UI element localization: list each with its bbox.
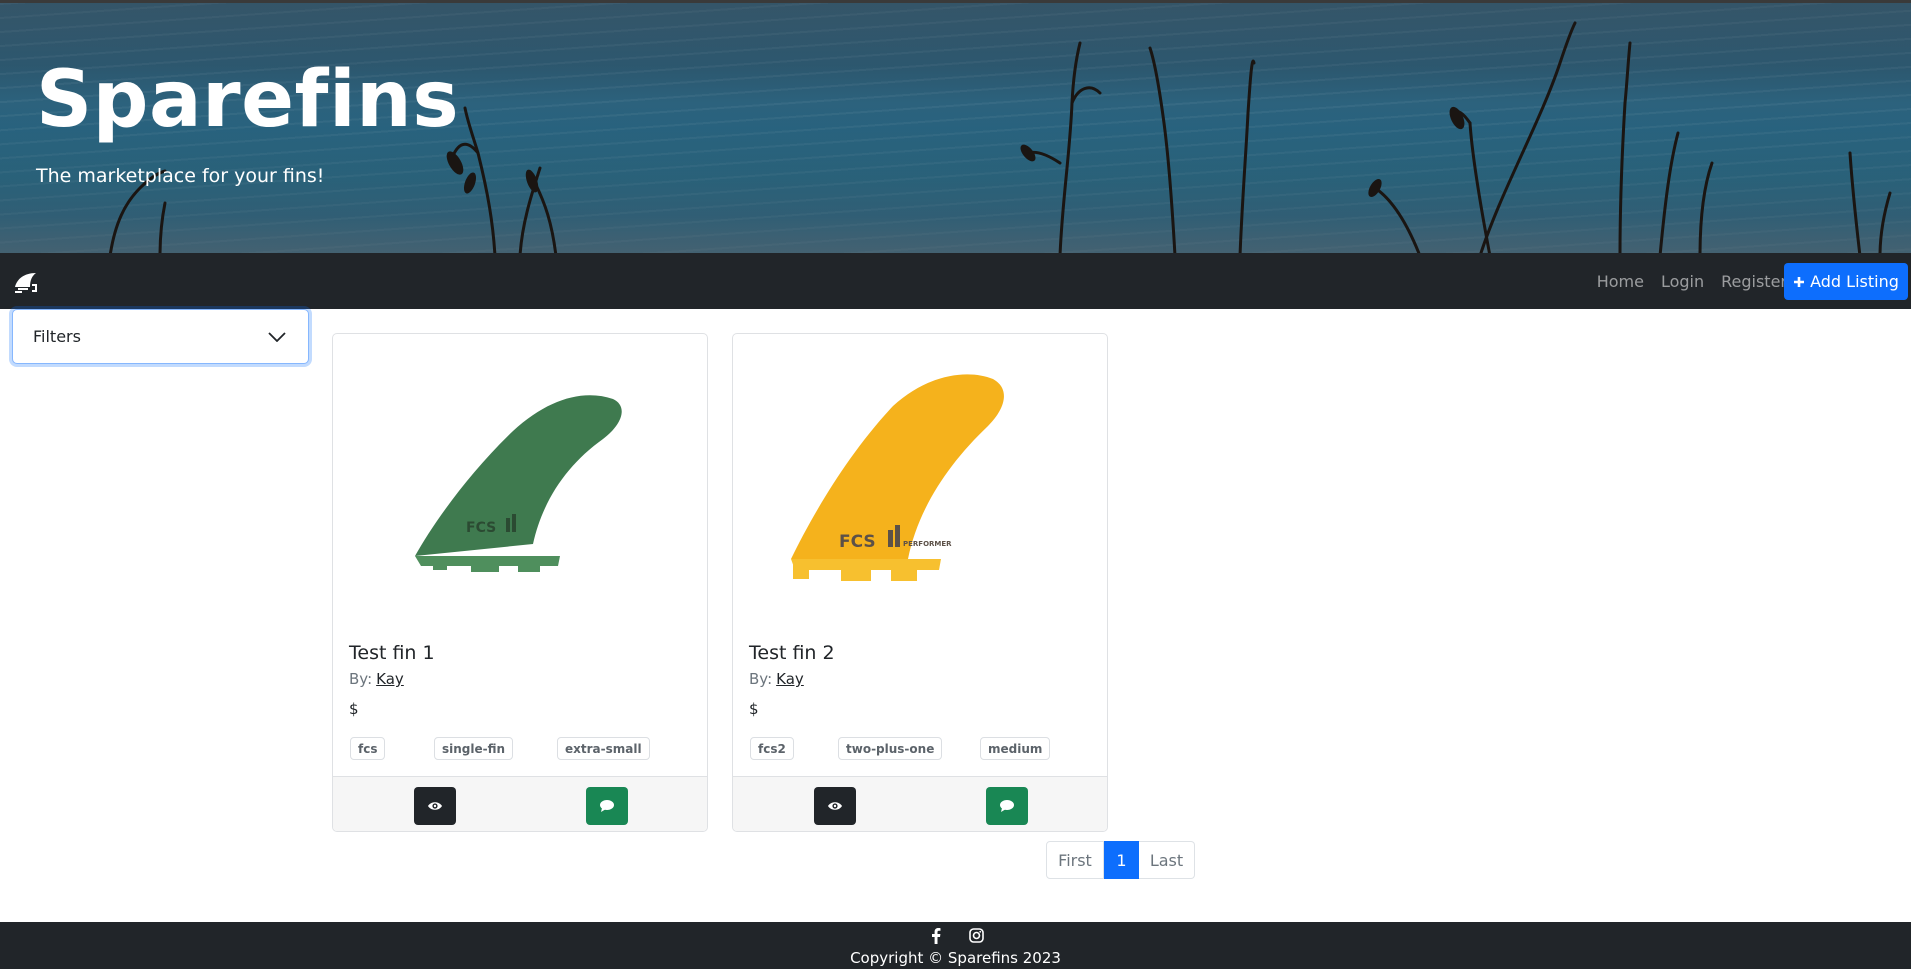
add-listing-label: Add Listing xyxy=(1810,272,1899,291)
copyright-text: Copyright © Sparefins 2023 xyxy=(850,949,1061,967)
comment-icon xyxy=(1000,800,1014,812)
listing-author: By: Kay xyxy=(349,670,404,688)
listing-title: Test fin 2 xyxy=(749,642,835,664)
listing-title: Test fin 1 xyxy=(349,642,435,664)
author-link[interactable]: Kay xyxy=(376,670,404,688)
pagination-page-current[interactable]: 1 xyxy=(1104,841,1139,879)
svg-text:FCS: FCS xyxy=(466,520,496,536)
svg-text:FCS: FCS xyxy=(839,532,876,552)
eye-icon xyxy=(428,802,442,810)
add-listing-button[interactable]: Add Listing xyxy=(1784,263,1908,300)
fin-logo-icon[interactable] xyxy=(12,267,42,295)
pagination-first[interactable]: First xyxy=(1046,841,1104,879)
navbar: Home Login Register Add Listing xyxy=(0,253,1911,309)
listing-card: FCS Test fin 1 By: Kay $ fcs single-fin e… xyxy=(332,333,708,832)
tag-size: medium xyxy=(980,737,1051,760)
message-seller-button[interactable] xyxy=(986,787,1028,825)
social-links xyxy=(931,928,984,944)
site-tagline: The marketplace for your fins! xyxy=(36,165,325,187)
tag-size: extra-small xyxy=(557,737,650,760)
tag-setup: single-fin xyxy=(434,737,514,760)
nav-links: Home Login Register xyxy=(1580,253,1787,309)
message-seller-button[interactable] xyxy=(586,787,628,825)
card-footer xyxy=(333,776,707,831)
view-listing-button[interactable] xyxy=(414,787,456,825)
author-link[interactable]: Kay xyxy=(776,670,804,688)
eye-icon xyxy=(828,802,842,810)
instagram-icon[interactable] xyxy=(969,928,984,943)
site-footer: Copyright © Sparefins 2023 xyxy=(0,922,1911,969)
listing-price: $ xyxy=(749,700,759,718)
nav-register-link[interactable]: Register xyxy=(1721,272,1787,291)
by-label: By: xyxy=(749,670,773,688)
filters-toggle[interactable]: Filters xyxy=(12,309,309,364)
site-title: Sparefins xyxy=(36,55,460,145)
listing-author: By: Kay xyxy=(749,670,804,688)
nav-home-link[interactable]: Home xyxy=(1597,272,1644,291)
pagination-last[interactable]: Last xyxy=(1139,841,1195,879)
tag-brand: fcs xyxy=(350,737,386,760)
comment-icon xyxy=(600,800,614,812)
plus-icon xyxy=(1794,276,1805,287)
svg-text:PERFORMER: PERFORMER xyxy=(903,540,952,548)
pagination: First 1 Last xyxy=(1046,841,1195,879)
tag-setup: two-plus-one xyxy=(838,737,943,760)
card-footer xyxy=(733,776,1107,831)
fin-image: FCS PERFORMER xyxy=(791,374,1004,581)
by-label: By: xyxy=(349,670,373,688)
tag-brand: fcs2 xyxy=(750,737,794,760)
chevron-down-icon xyxy=(268,331,286,342)
view-listing-button[interactable] xyxy=(814,787,856,825)
fin-image: FCS xyxy=(415,395,622,572)
nav-login-link[interactable]: Login xyxy=(1661,272,1704,291)
hero-banner: Sparefins The marketplace for your fins! xyxy=(0,0,1911,253)
facebook-icon[interactable] xyxy=(931,928,941,944)
filters-label: Filters xyxy=(33,327,81,346)
listing-price: $ xyxy=(349,700,359,718)
listing-card: FCS PERFORMER Test fin 2 By: Kay $ fcs2 t… xyxy=(732,333,1108,832)
